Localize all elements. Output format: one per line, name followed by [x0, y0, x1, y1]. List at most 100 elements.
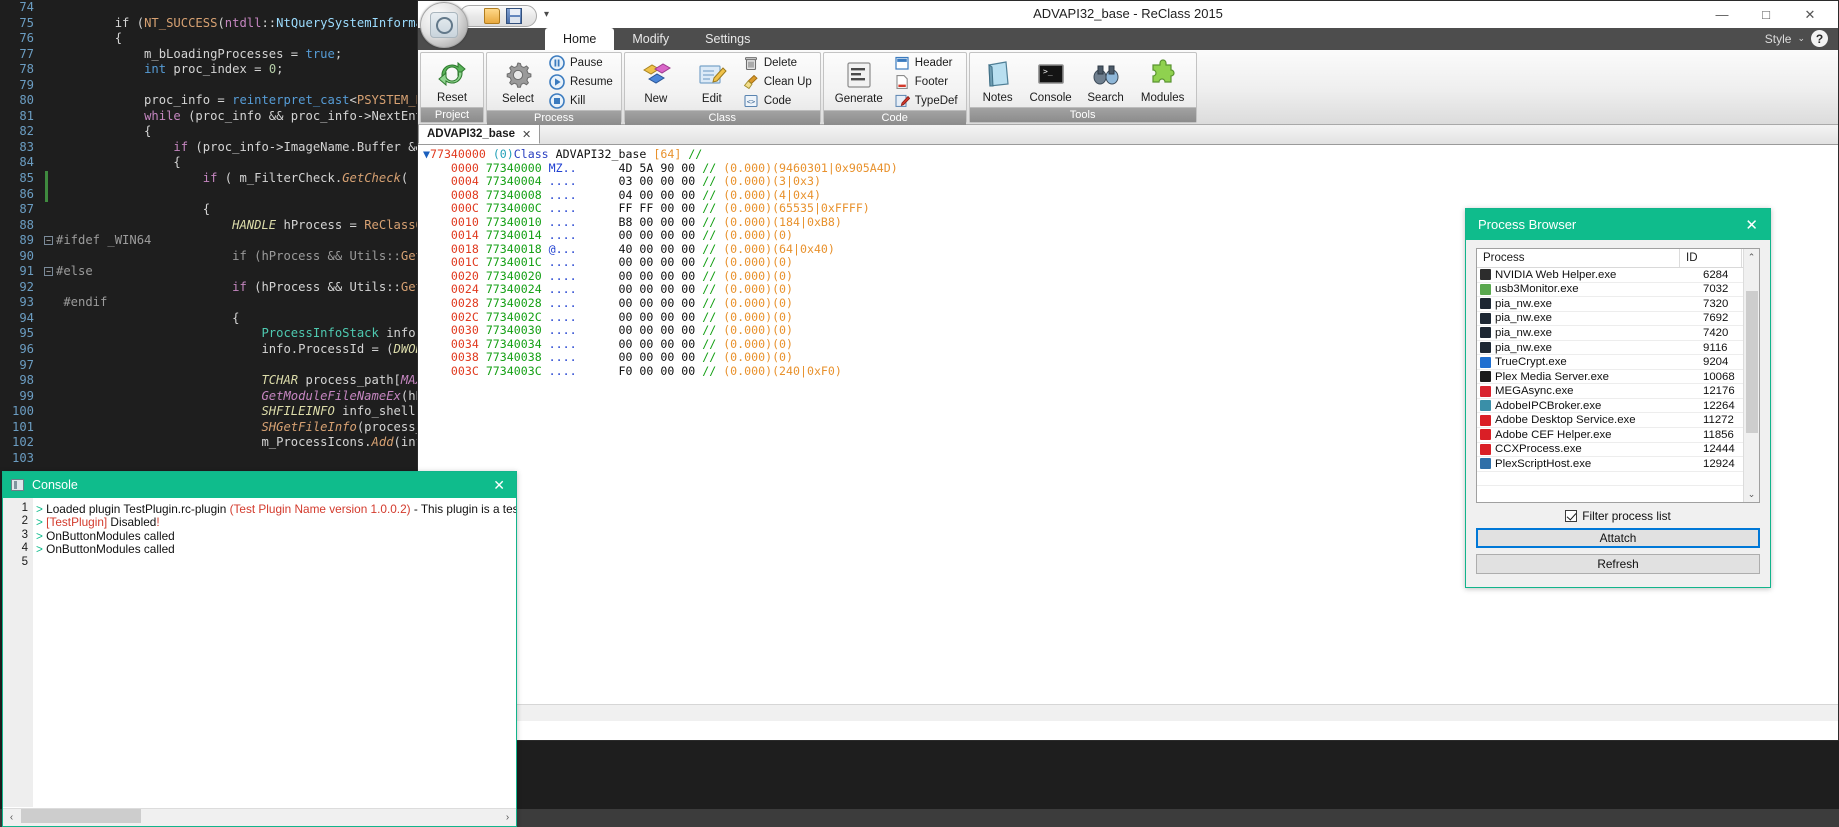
hex-bytes: 00 00 00 00	[618, 337, 695, 351]
process-row[interactable]: pia_nw.exe7692	[1477, 312, 1759, 327]
process-row[interactable]: CCXProcess.exe12444	[1477, 443, 1759, 458]
hex-row[interactable]: 0004 77340004 .... 03 00 00 00 // (0.000…	[418, 175, 1838, 189]
chevron-down-icon[interactable]: ⌄	[1797, 33, 1805, 44]
hex-offset: 0004	[451, 174, 479, 188]
new-class-button[interactable]: New	[629, 57, 683, 107]
trash-icon	[743, 55, 759, 71]
code-text: HANDLE hProcess = ReClassOp	[56, 218, 430, 234]
pause-button[interactable]: Pause	[547, 54, 617, 72]
process-name-cell: TrueCrypt.exe	[1477, 356, 1697, 368]
mega-icon	[1480, 386, 1491, 397]
fold-collapse-icon[interactable]: −	[44, 267, 53, 276]
tab-modify[interactable]: Modify	[614, 28, 687, 50]
refresh-button[interactable]: Refresh	[1476, 554, 1760, 574]
process-name-label: NVIDIA Web Helper.exe	[1495, 269, 1616, 281]
console-horizontal-scrollbar[interactable]: ‹ ›	[3, 808, 516, 826]
notes-button[interactable]: Notes	[974, 56, 1022, 106]
process-row[interactable]: MEGAsync.exe12176	[1477, 384, 1759, 399]
filter-checkbox[interactable]	[1565, 510, 1577, 522]
hex-offset: 0000	[451, 161, 479, 175]
process-row[interactable]: AdobeIPCBroker.exe12264	[1477, 399, 1759, 414]
save-file-icon[interactable]	[506, 8, 522, 24]
hex-address: 77340000	[486, 161, 542, 175]
typedef-button[interactable]: TypeDef	[892, 92, 962, 110]
process-list-scrollbar[interactable]: ⌃ ⌄	[1743, 249, 1759, 502]
delete-button[interactable]: Delete	[741, 54, 816, 72]
process-row[interactable]: TrueCrypt.exe9204	[1477, 355, 1759, 370]
hex-comment-marker: //	[702, 364, 716, 378]
hex-horizontal-scrollbar[interactable]	[418, 704, 1838, 721]
hex-float-value: (0.000)	[723, 296, 772, 310]
search-button[interactable]: Search	[1080, 56, 1132, 106]
close-icon[interactable]: ✕	[490, 477, 508, 494]
document-tab-advapi32[interactable]: ADVAPI32_base ✕	[418, 124, 540, 144]
modules-button[interactable]: Modules	[1134, 56, 1192, 106]
code-text: {	[56, 202, 210, 218]
class-header-row[interactable]: ▼77340000 (0)Class ADVAPI32_base [64] //	[418, 148, 1838, 162]
console-scrollbar-thumb[interactable]	[21, 809, 141, 823]
select-process-button[interactable]: Select	[491, 57, 545, 107]
reset-button[interactable]: Reset	[425, 56, 479, 106]
process-name-cell: pia_nw.exe	[1477, 342, 1697, 354]
code-lines[interactable]: 7475 if (NT_SUCCESS(ntdll::NtQuerySystem…	[0, 0, 420, 480]
process-row[interactable]: NVIDIA Web Helper.exe6284	[1477, 268, 1759, 283]
cleanup-button[interactable]: Clean Up	[741, 73, 816, 91]
hex-offset: 0024	[451, 282, 479, 296]
process-row[interactable]: usb3Monitor.exe7032	[1477, 283, 1759, 298]
scroll-down-icon[interactable]: ⌄	[1744, 486, 1760, 502]
process-row[interactable]: Adobe Desktop Service.exe11272	[1477, 413, 1759, 428]
edit-class-button[interactable]: Edit	[685, 57, 739, 107]
open-file-icon[interactable]	[484, 8, 500, 24]
fold-collapse-icon[interactable]: −	[44, 236, 53, 245]
scrollbar-thumb[interactable]	[1746, 291, 1758, 433]
maximize-button[interactable]: □	[1744, 1, 1788, 28]
help-icon[interactable]: ?	[1811, 30, 1828, 47]
column-header-process[interactable]: Process	[1477, 249, 1680, 267]
column-header-id[interactable]: ID	[1680, 249, 1742, 267]
close-icon[interactable]: ✕	[1741, 216, 1762, 234]
console-log-lines[interactable]: > Loaded plugin TestPlugin.rc-plugin (Te…	[33, 498, 516, 807]
process-row[interactable]	[1477, 472, 1759, 487]
process-list[interactable]: Process ID NVIDIA Web Helper.exe6284usb3…	[1476, 248, 1760, 503]
header-button[interactable]: Header	[892, 54, 962, 72]
process-row[interactable]: pia_nw.exe7420	[1477, 326, 1759, 341]
hex-row[interactable]: 0000 77340000 MZ.. 4D 5A 90 00 // (0.000…	[418, 162, 1838, 176]
process-name-cell: MEGAsync.exe	[1477, 385, 1697, 397]
process-row[interactable]: PlexScriptHost.exe12924	[1477, 457, 1759, 472]
resume-button[interactable]: Resume	[547, 73, 617, 91]
puzzle-piece-icon	[1147, 58, 1179, 90]
process-row[interactable]: pia_nw.exe9116	[1477, 341, 1759, 356]
code-button[interactable]: <> Code	[741, 92, 816, 110]
close-icon[interactable]: ✕	[522, 128, 531, 141]
console-body[interactable]: 12345 > Loaded plugin TestPlugin.rc-plug…	[3, 498, 516, 807]
generate-button[interactable]: Generate	[828, 57, 890, 107]
hex-bytes: 40 00 00 00	[618, 242, 695, 256]
tab-settings[interactable]: Settings	[687, 28, 768, 50]
minimize-button[interactable]: —	[1700, 1, 1744, 28]
expand-triangle-icon[interactable]: ▼	[423, 147, 430, 161]
process-row[interactable]: pia_nw.exe7320	[1477, 297, 1759, 312]
scroll-up-icon[interactable]: ⌃	[1744, 249, 1760, 265]
adobe-cc-icon	[1480, 429, 1491, 440]
code-line: 92 if (hProcess && Utils::GetP	[0, 280, 420, 296]
hex-int-value: (65535|0xFFFF)	[772, 201, 870, 215]
kill-button[interactable]: Kill	[547, 92, 617, 110]
footer-button[interactable]: Footer	[892, 73, 962, 91]
hex-ascii: ....	[549, 269, 577, 283]
scroll-right-icon[interactable]: ›	[499, 812, 516, 823]
style-selector[interactable]: Style ⌄ ?	[1765, 30, 1828, 47]
process-rows[interactable]: NVIDIA Web Helper.exe6284usb3Monitor.exe…	[1477, 268, 1759, 502]
quick-access-more-icon[interactable]: ▾	[544, 9, 549, 20]
hex-row[interactable]: 0008 77340008 .... 04 00 00 00 // (0.000…	[418, 189, 1838, 203]
console-button[interactable]: >_ Console	[1024, 56, 1078, 106]
process-row[interactable]: Plex Media Server.exe10068	[1477, 370, 1759, 385]
attach-button[interactable]: Attatch	[1476, 528, 1760, 548]
scroll-left-icon[interactable]: ‹	[3, 812, 20, 823]
close-button[interactable]: ✕	[1788, 1, 1832, 28]
code-text: int proc_index = 0;	[56, 62, 284, 78]
hex-int-value: (0)	[772, 350, 793, 364]
filter-process-list-row[interactable]: Filter process list	[1476, 509, 1760, 523]
process-row[interactable]: Adobe CEF Helper.exe11856	[1477, 428, 1759, 443]
nvidia-icon	[1480, 269, 1491, 280]
app-orb-button[interactable]	[420, 2, 468, 48]
